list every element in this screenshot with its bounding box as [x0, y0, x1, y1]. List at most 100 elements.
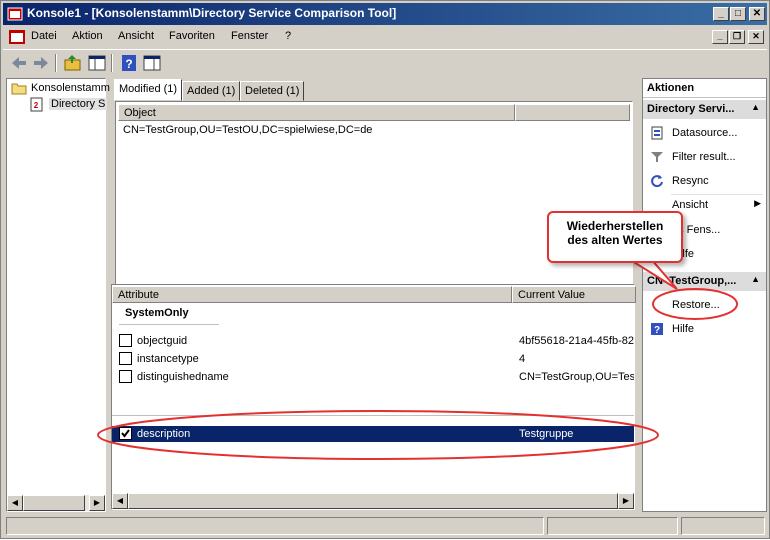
row-divider: [112, 415, 634, 416]
status-bar: [3, 515, 767, 537]
scroll-thumb[interactable]: [128, 493, 618, 509]
menu-bar: Datei Aktion Ansicht Favoriten Fenster ?…: [3, 27, 767, 47]
actions-pane: Aktionen Directory Servi... ▲ Datasource…: [642, 78, 767, 512]
status-segment: [6, 517, 544, 535]
checkbox[interactable]: [119, 352, 132, 365]
collapse-icon[interactable]: ▲: [751, 274, 760, 284]
action-datasource[interactable]: Datasource...: [648, 125, 763, 143]
status-segment: [547, 517, 678, 535]
menu-datei[interactable]: Datei: [31, 30, 57, 42]
object-row[interactable]: CN=TestGroup,OU=TestOU,DC=spielwiese,DC=…: [123, 124, 372, 136]
mmc-window: Konsole1 - [Konsolenstamm\Directory Serv…: [0, 0, 770, 539]
attribute-horizontal-scrollbar[interactable]: ◀ ▶: [112, 493, 634, 509]
attribute-value: 4: [519, 353, 526, 365]
menu-aktion[interactable]: Aktion: [72, 30, 103, 42]
tab-deleted[interactable]: Deleted (1): [240, 81, 305, 101]
callout-line-2: des alten Wertes: [567, 233, 663, 247]
action-restore[interactable]: Restore...: [648, 297, 763, 315]
show-hide-action-pane-icon[interactable]: [142, 53, 162, 73]
submenu-arrow-icon: ▶: [754, 198, 761, 208]
close-button[interactable]: ✕: [749, 7, 765, 21]
action-label: Resync: [672, 175, 709, 187]
tree-horizontal-scrollbar[interactable]: ◀ ▶: [7, 495, 105, 511]
actions-section-directory-service[interactable]: Directory Servi... ▲: [643, 100, 766, 119]
show-hide-tree-icon[interactable]: [87, 53, 107, 73]
mdi-minimize-button[interactable]: _: [712, 30, 728, 44]
attribute-value: Testgruppe: [519, 428, 574, 440]
object-column-header[interactable]: Object: [118, 104, 515, 121]
resync-icon: [651, 175, 663, 188]
result-pane: Modified (1) Added (1) Deleted (1) Objec…: [110, 78, 638, 512]
attribute-list: Attribute Current Value SystemOnly objec…: [111, 284, 636, 510]
folder-icon: [11, 83, 27, 95]
title-bar[interactable]: Konsole1 - [Konsolenstamm\Directory Serv…: [3, 3, 767, 25]
back-icon[interactable]: [9, 53, 29, 73]
tree-root-label: Konsolenstamm: [31, 82, 110, 94]
scroll-right-button[interactable]: ▶: [618, 493, 634, 509]
help-icon[interactable]: ?: [119, 53, 139, 73]
action-divider: [671, 194, 763, 195]
tab-modified[interactable]: Modified (1): [114, 79, 183, 101]
action-label: Restore...: [672, 299, 720, 311]
checkbox[interactable]: [119, 334, 132, 347]
menu-ansicht[interactable]: Ansicht: [118, 30, 154, 42]
checkbox[interactable]: [119, 370, 132, 383]
status-segment: [681, 517, 765, 535]
action-resync[interactable]: Resync: [648, 173, 763, 191]
attribute-value: 4bf55618-21a4-45fb-82c: [519, 335, 634, 347]
svg-text:?: ?: [125, 57, 132, 71]
mdi-close-button[interactable]: ✕: [748, 30, 764, 44]
menu-help[interactable]: ?: [285, 30, 291, 42]
scroll-left-button[interactable]: ◀: [7, 495, 23, 511]
action-filter-result[interactable]: Filter result...: [648, 149, 763, 167]
scroll-thumb[interactable]: [23, 495, 85, 511]
filter-icon: [651, 152, 663, 162]
attribute-name: objectguid: [137, 335, 188, 347]
svg-text:2: 2: [34, 101, 39, 110]
attribute-name: distinguishedname: [137, 371, 229, 383]
action-label: Datasource...: [672, 127, 738, 139]
callout-box: Wiederherstellen des alten Wertes: [547, 211, 683, 263]
up-folder-icon[interactable]: [63, 53, 83, 73]
toolbar: ?: [3, 49, 767, 75]
console-icon[interactable]: [9, 30, 25, 44]
action-help-2[interactable]: ? Hilfe: [648, 321, 763, 339]
maximize-button[interactable]: □: [730, 7, 746, 21]
attribute-row-distinguishedname[interactable]: distinguishedname CN=TestGroup,OU=Tes: [112, 369, 634, 385]
action-label: Filter result...: [672, 151, 736, 163]
snapin-icon: 2: [30, 97, 43, 112]
tree-child-label: Directory S: [49, 98, 108, 110]
callout-line-1: Wiederherstellen: [566, 219, 664, 233]
action-label: Hilfe: [672, 323, 695, 335]
attribute-row-objectguid[interactable]: objectguid 4bf55618-21a4-45fb-82c: [112, 333, 634, 349]
current-value-column-header[interactable]: Current Value: [512, 286, 636, 303]
toolbar-separator: [111, 54, 113, 72]
actions-title: Aktionen: [643, 79, 766, 98]
datasource-icon: [651, 126, 663, 140]
collapse-icon[interactable]: ▲: [751, 102, 760, 112]
forward-icon[interactable]: [31, 53, 51, 73]
attribute-row-instancetype[interactable]: instancetype 4: [112, 351, 634, 367]
checkbox-checked[interactable]: [119, 427, 132, 440]
window-title: Konsole1 - [Konsolenstamm\Directory Serv…: [27, 6, 397, 20]
toolbar-separator: [55, 54, 57, 72]
column-header-empty[interactable]: [515, 104, 630, 121]
tab-added[interactable]: Added (1): [182, 81, 241, 101]
help-icon: ?: [651, 323, 663, 336]
scroll-right-button[interactable]: ▶: [89, 495, 105, 511]
menu-fenster[interactable]: Fenster: [231, 30, 268, 42]
group-header: SystemOnly: [125, 307, 189, 319]
minimize-button[interactable]: _: [713, 7, 729, 21]
menu-favoriten[interactable]: Favoriten: [169, 30, 215, 42]
scroll-left-button[interactable]: ◀: [112, 493, 128, 509]
actions-section-object[interactable]: CN=TestGroup,... ▲: [643, 272, 766, 291]
tree-pane: Konsolenstamm 2 Directory S ◀ ▶: [6, 78, 110, 512]
mmc-app-icon: [7, 7, 23, 21]
action-label: Ansicht: [672, 199, 709, 211]
mdi-restore-button[interactable]: ❐: [729, 30, 745, 44]
attribute-column-header[interactable]: Attribute: [112, 286, 512, 303]
attribute-name: instancetype: [137, 353, 199, 365]
section-label: Directory Servi...: [647, 103, 735, 115]
checkmark-icon: [121, 429, 130, 438]
attribute-row-description[interactable]: description Testgruppe: [112, 426, 634, 442]
